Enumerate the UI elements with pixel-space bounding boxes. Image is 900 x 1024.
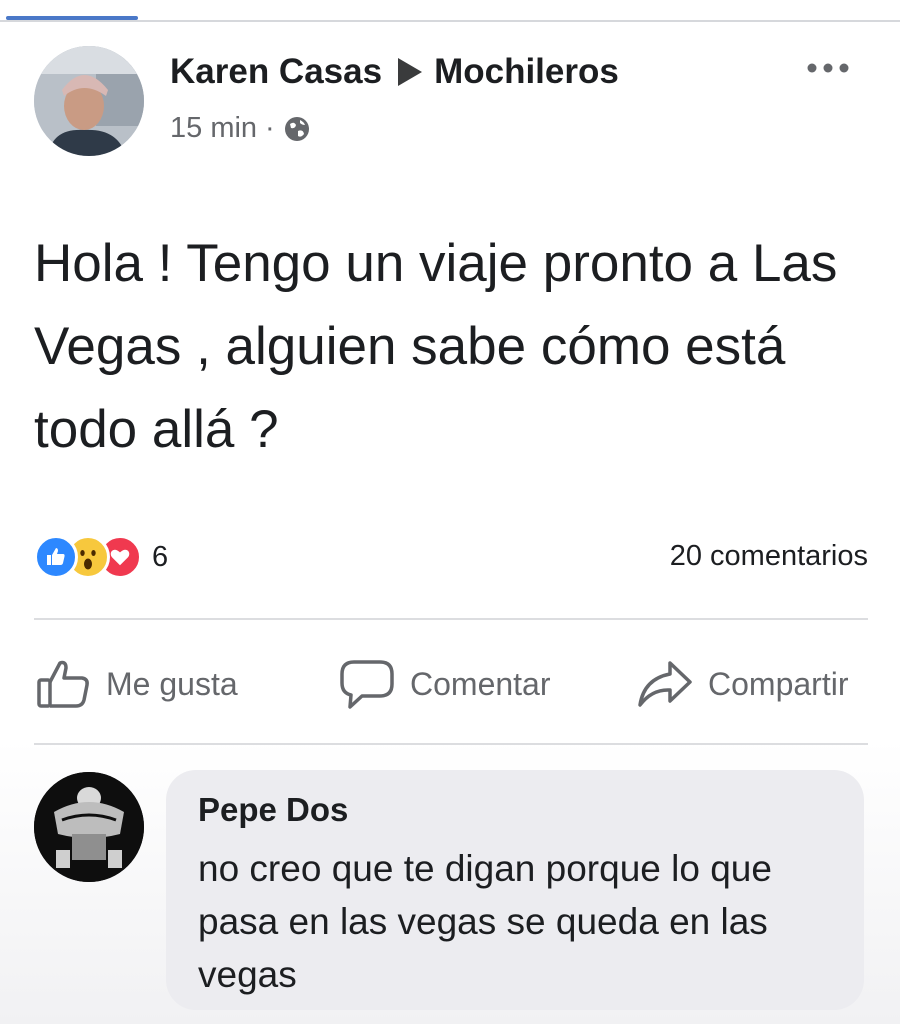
like-button-label: Me gusta <box>106 665 238 702</box>
post-text: Hola ! Tengo un viaje pronto a Las Vegas… <box>34 234 838 459</box>
share-button-label: Compartir <box>708 665 849 702</box>
comments-count-link[interactable]: 20 comentarios <box>670 540 868 573</box>
reaction-count: 6 <box>152 540 169 573</box>
author-avatar[interactable] <box>34 46 144 156</box>
globe-icon <box>284 116 309 141</box>
comment-bubble[interactable]: Pepe Dos no creo que te digan porque lo … <box>166 770 864 1010</box>
author-avatar-photo <box>34 46 144 156</box>
post-timestamp[interactable]: 15 min <box>170 112 257 145</box>
share-button[interactable]: Compartir <box>636 652 848 716</box>
group-name[interactable]: Mochileros <box>434 52 619 92</box>
like-button[interactable]: Me gusta <box>36 652 238 716</box>
thumbs-up-icon <box>37 660 89 708</box>
divider <box>34 618 868 620</box>
more-options-icon[interactable] <box>804 58 852 78</box>
comment-text: no creo que te digan porque lo que pasa … <box>198 848 772 995</box>
top-divider <box>0 20 900 22</box>
reaction-summary[interactable]: 6 <box>34 532 168 582</box>
post-author-line: Karen Casas Mochileros <box>170 50 619 94</box>
commenter-name[interactable]: Pepe Dos <box>198 788 832 832</box>
commenter-avatar[interactable] <box>34 772 144 882</box>
comment-button-label: Comentar <box>410 665 551 702</box>
author-name[interactable]: Karen Casas <box>170 52 382 92</box>
comment-button[interactable]: Comentar <box>338 652 551 716</box>
shared-to-arrow-icon <box>398 58 423 86</box>
share-arrow-icon <box>638 661 692 707</box>
commenter-avatar-image <box>34 772 144 882</box>
divider <box>34 743 868 745</box>
meta-separator: · <box>265 112 275 144</box>
speech-bubble-icon <box>340 660 394 709</box>
post-meta: 15 min · <box>170 112 311 145</box>
active-tab-indicator <box>6 16 138 20</box>
like-reaction-icon <box>34 535 78 579</box>
